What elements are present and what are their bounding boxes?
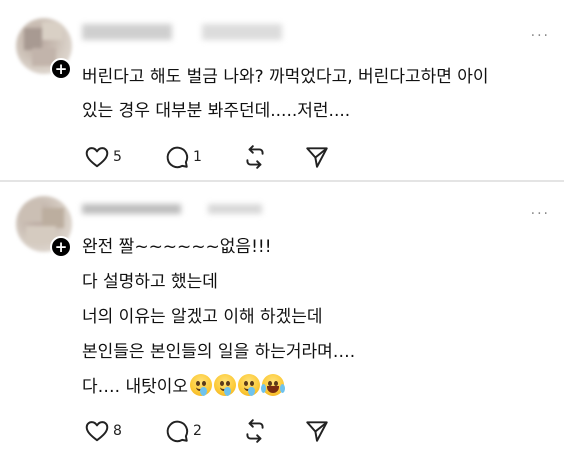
heart-icon xyxy=(85,147,109,168)
avatar-container[interactable]: + xyxy=(16,18,72,80)
like-button[interactable]: 8 xyxy=(84,417,122,445)
thread-reply-2: + ··· 완전 짤~~~~~~없음!!! 다 설명하고 했는데 너의 이유는 … xyxy=(0,182,564,450)
like-button[interactable]: 5 xyxy=(84,143,122,171)
thread-reply-1: + ··· 버린다고 해도 벌금 나와? 까먹었다고, 버린다고하면 아이 있는… xyxy=(0,0,564,180)
comment-count: 1 xyxy=(193,149,202,165)
username-blurred[interactable] xyxy=(82,24,282,40)
post-text-line: 너의 이유는 알겠고 이해 하겠는데 xyxy=(82,307,323,327)
post-text-line: 완전 짤~~~~~~없음!!! xyxy=(82,237,272,257)
repost-button[interactable] xyxy=(242,143,268,171)
username-blurred[interactable] xyxy=(82,204,262,214)
post-text-line: 본인들은 본인들의 일을 하는거라며…. xyxy=(82,342,356,362)
more-options-button[interactable]: ··· xyxy=(531,28,550,44)
post-text-line-emoji: 다…. 내탓이오 xyxy=(82,370,544,405)
comment-bubble-icon xyxy=(166,146,189,169)
repost-icon xyxy=(246,145,264,169)
drooling-face-emoji xyxy=(190,374,213,396)
more-options-button[interactable]: ··· xyxy=(531,206,550,222)
like-count: 5 xyxy=(113,149,122,165)
repost-button[interactable] xyxy=(242,417,268,445)
drooling-face-emoji xyxy=(238,374,261,396)
repost-icon xyxy=(246,419,264,443)
comment-count: 2 xyxy=(193,423,202,439)
follow-plus-icon[interactable]: + xyxy=(50,236,72,258)
tears-of-joy-emoji xyxy=(261,374,286,396)
send-icon xyxy=(306,421,328,442)
drooling-face-emoji xyxy=(214,374,237,396)
heart-icon xyxy=(85,421,109,442)
like-count: 8 xyxy=(113,423,122,439)
post-text-line: 다…. 내탓이오 xyxy=(82,377,189,397)
share-button[interactable] xyxy=(304,417,330,445)
comment-button[interactable]: 2 xyxy=(164,417,202,445)
send-icon xyxy=(306,147,328,168)
avatar-container[interactable]: + xyxy=(16,196,72,258)
comment-button[interactable]: 1 xyxy=(164,143,202,171)
follow-plus-icon[interactable]: + xyxy=(50,58,72,80)
post-body: 버린다고 해도 벌금 나와? 까먹었다고, 버린다고하면 아이 있는 경우 대부… xyxy=(82,60,544,128)
post-text-line: 다 설명하고 했는데 xyxy=(82,272,218,292)
post-body: 완전 짤~~~~~~없음!!! 다 설명하고 했는데 너의 이유는 알겠고 이해… xyxy=(82,230,544,405)
post-text-line: 버린다고 해도 벌금 나와? 까먹었다고, 버린다고하면 아이 xyxy=(82,67,489,87)
share-button[interactable] xyxy=(304,143,330,171)
post-text-line: 있는 경우 대부분 봐주던데.....저런.... xyxy=(82,101,351,121)
comment-bubble-icon xyxy=(166,420,189,443)
